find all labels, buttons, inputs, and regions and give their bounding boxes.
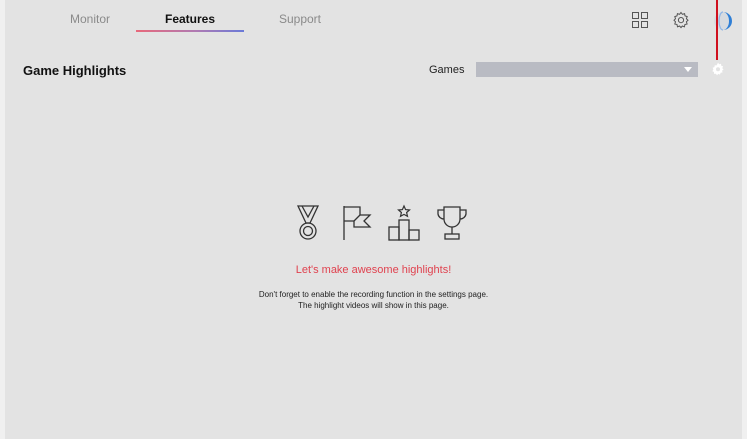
games-dropdown[interactable] — [476, 62, 698, 77]
highlight-settings-icon[interactable] — [711, 62, 725, 76]
app-window: Monitor Features Support Game Highlights… — [5, 0, 742, 439]
empty-state-description-line-1: Don't forget to enable the recording fun… — [258, 290, 489, 299]
top-nav: Monitor Features Support — [5, 0, 742, 40]
grid-icon[interactable] — [631, 11, 649, 29]
flag-icon — [343, 206, 372, 240]
gear-icon[interactable] — [672, 11, 690, 29]
games-label: Games — [429, 64, 465, 76]
tab-monitor[interactable]: Monitor — [60, 12, 120, 34]
page-title: Game Highlights — [23, 63, 127, 78]
trophy-icon — [437, 206, 467, 240]
empty-state-icons — [288, 203, 478, 243]
highlight-indicator-line — [716, 0, 718, 60]
tab-support[interactable]: Support — [270, 12, 330, 34]
podium-icon — [388, 204, 420, 241]
empty-state-title: Let's make awesome highlights! — [295, 264, 452, 276]
active-tab-indicator — [136, 30, 244, 32]
medal-icon — [296, 205, 320, 240]
empty-state-description-line-2: The highlight videos will show in this p… — [298, 301, 449, 310]
chevron-down-icon — [684, 67, 692, 72]
